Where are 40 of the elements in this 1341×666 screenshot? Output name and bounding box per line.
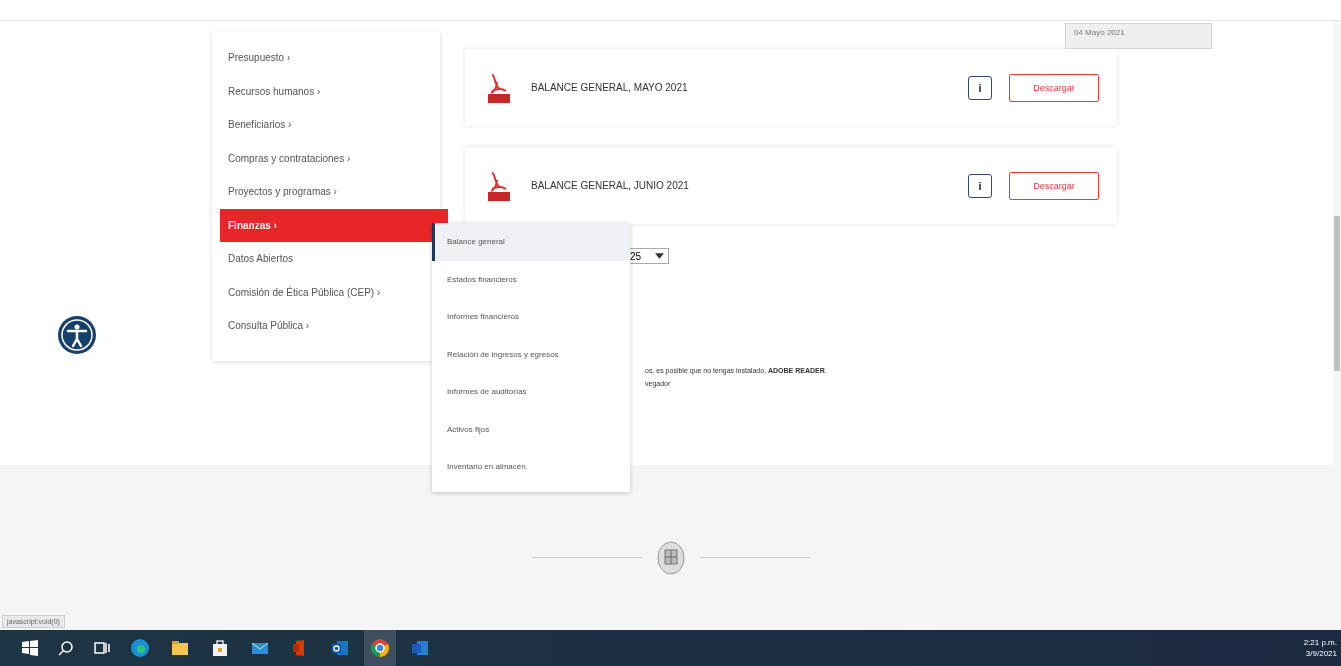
submenu-item[interactable]: Relación de ingresos y egresos xyxy=(432,335,630,373)
document-title: BALANCE GENERAL, MAYO 2021 xyxy=(531,82,688,93)
submenu-item[interactable]: Informes financieros xyxy=(432,298,630,336)
document-title: BALANCE GENERAL, JUNIO 2021 xyxy=(531,180,689,191)
download-button[interactable]: Descargar xyxy=(1009,171,1099,200)
submenu-item[interactable]: Activos fijos xyxy=(432,410,630,448)
menu-item[interactable]: Compras y contrataciones › xyxy=(220,141,426,175)
outlook-icon[interactable] xyxy=(330,638,350,658)
menu-item[interactable]: Consulta Pública › xyxy=(220,309,426,343)
chrome-taskbar-button[interactable] xyxy=(364,630,396,666)
word-icon[interactable] xyxy=(410,638,430,658)
info-button[interactable]: i xyxy=(968,75,992,100)
download-button[interactable]: Descargar xyxy=(1009,73,1099,102)
menu-item[interactable]: Presupuesto › xyxy=(220,41,426,75)
browser-icon[interactable] xyxy=(130,638,150,658)
pdf-file-icon xyxy=(487,72,511,103)
menu-item[interactable]: Recursos humanos › xyxy=(220,74,426,108)
menu-item[interactable]: Comisión de Ética Pública (CEP) › xyxy=(220,275,426,309)
menu-item[interactable]: Beneficiarios › xyxy=(220,108,426,142)
scrollbar-thumb[interactable] xyxy=(1334,216,1340,371)
pdf-file-icon xyxy=(487,170,511,201)
windows-icon[interactable] xyxy=(22,640,38,656)
submenu-item[interactable]: Informes de auditorías xyxy=(432,373,630,411)
shopping-bag-icon[interactable] xyxy=(210,638,230,658)
submenu-item[interactable]: Inventario en almacén xyxy=(432,448,630,486)
chrome-icon xyxy=(370,638,390,658)
menu-item[interactable]: Datos Abiertos xyxy=(220,242,426,276)
submenu-item[interactable]: Balance general xyxy=(432,223,630,261)
info-button[interactable]: i xyxy=(968,173,992,198)
caret-icon xyxy=(655,253,664,259)
date-tooltip: 04 Mayo 2021 xyxy=(1065,23,1212,49)
menu-item[interactable]: Proyectos y programas › xyxy=(220,175,426,209)
clock-time: 2:21 p.m. xyxy=(1303,638,1337,647)
clock-date: 3/9/2021 xyxy=(1305,649,1337,658)
accessibility-icon[interactable] xyxy=(57,315,97,355)
search-icon[interactable] xyxy=(58,640,74,656)
folder-icon[interactable] xyxy=(170,638,190,658)
menu-item[interactable]: Finanzas › xyxy=(220,208,448,242)
task-view-icon[interactable] xyxy=(94,640,110,656)
emblem-icon xyxy=(655,539,686,576)
